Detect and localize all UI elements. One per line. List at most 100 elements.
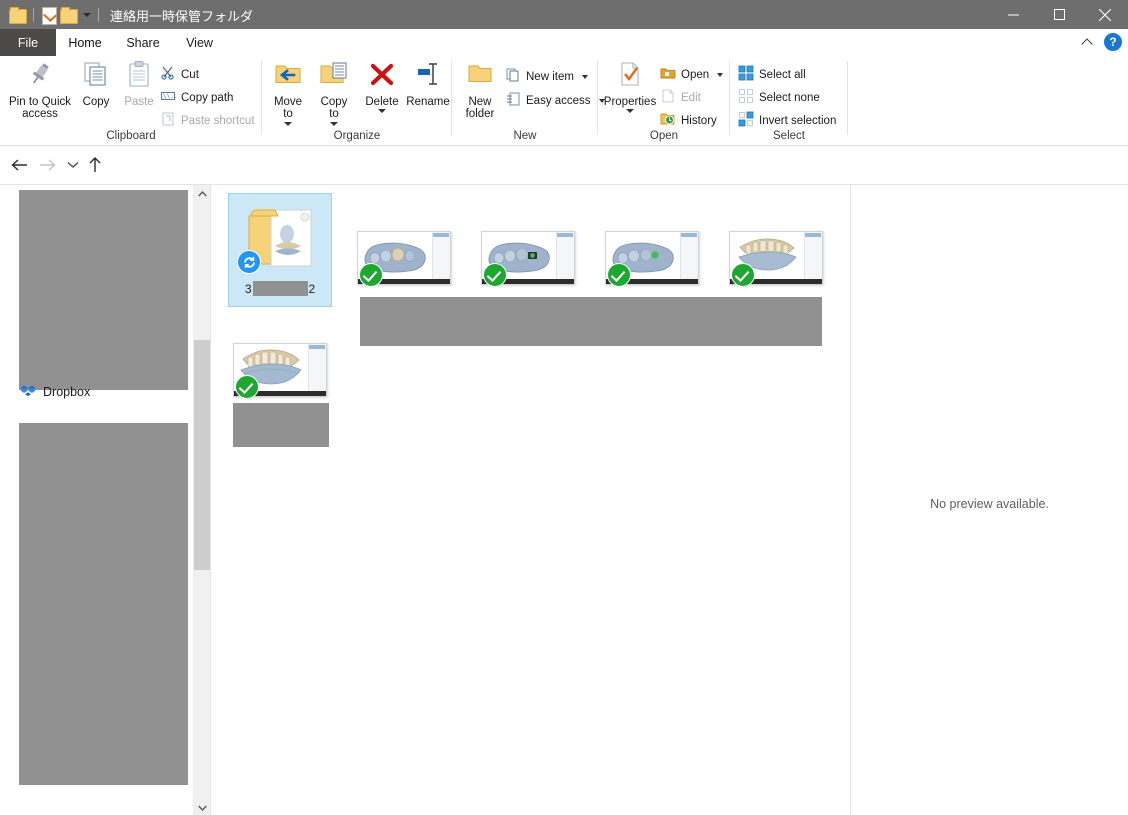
select-none-button[interactable]: Select none xyxy=(738,88,820,107)
navigation-pane: Dropbox 連絡用一時保管フォル xyxy=(0,185,190,815)
no-preview-message: No preview available. xyxy=(930,497,1049,511)
check-badge-icon-3 xyxy=(607,263,631,287)
scroll-up-arrow-icon[interactable] xyxy=(194,185,211,202)
check-badge-icon-4 xyxy=(731,263,755,287)
copy-to-icon xyxy=(319,59,349,93)
copy-path-icon: \\.. xyxy=(160,88,177,107)
filename-redaction-row-1 xyxy=(360,297,822,346)
new-folder-icon xyxy=(465,59,495,93)
scrollbar-thumb[interactable] xyxy=(194,340,211,570)
maximize-button[interactable] xyxy=(1036,0,1082,29)
history-icon xyxy=(660,111,676,130)
close-button[interactable] xyxy=(1082,0,1128,29)
ribbon-group-select: Select all Select none Invert selection … xyxy=(730,56,848,145)
copy-label: Copy xyxy=(82,95,110,108)
recent-locations-button[interactable] xyxy=(62,154,84,176)
folder-icon[interactable] xyxy=(8,6,27,24)
properties-icon[interactable] xyxy=(39,6,57,25)
move-to-label: Move to xyxy=(273,95,303,121)
thumb-header-1 xyxy=(433,233,449,237)
ribbon-tab-strip: File Home Share View xyxy=(0,29,1128,56)
open-caret-icon[interactable] xyxy=(717,72,724,77)
window-title: 連絡用一時保管フォルダ xyxy=(110,9,254,24)
rename-button[interactable]: Rename xyxy=(404,59,452,108)
new-item-icon xyxy=(505,67,521,86)
file-explorer-window: 連絡用一時保管フォルダ File Home Share View ? Pin t… xyxy=(0,0,1128,815)
copy-to-label: Copy to xyxy=(320,95,348,121)
tab-file[interactable]: File xyxy=(0,29,56,56)
help-icon[interactable]: ? xyxy=(1104,33,1122,51)
invert-selection-button[interactable]: Invert selection xyxy=(738,111,836,130)
paste-shortcut-label: Paste shortcut xyxy=(181,114,255,127)
copy-to-button[interactable]: Copy to xyxy=(312,59,356,126)
delete-x-icon xyxy=(367,59,397,93)
minimize-button[interactable] xyxy=(990,0,1036,29)
up-button[interactable] xyxy=(84,154,106,176)
easy-access-button[interactable]: Easy access xyxy=(505,91,605,110)
file-list-view[interactable]: 3 2 xyxy=(211,185,850,815)
invert-selection-label: Invert selection xyxy=(759,114,837,127)
new-folder-icon[interactable] xyxy=(59,6,78,24)
open-label: Open xyxy=(681,68,710,81)
new-item-button[interactable]: New item xyxy=(505,67,588,86)
select-all-button[interactable]: Select all xyxy=(738,65,806,84)
window-controls xyxy=(990,0,1128,29)
scroll-down-arrow-icon[interactable] xyxy=(194,799,211,815)
chevron-up-icon[interactable] xyxy=(1079,34,1095,50)
history-label: History xyxy=(681,114,717,127)
pin-to-quick-access-button[interactable]: Pin to Quick access xyxy=(6,59,74,121)
list-item-folder[interactable]: 3 2 xyxy=(228,193,332,307)
select-none-icon xyxy=(738,88,754,107)
customize-chevron-icon[interactable] xyxy=(79,6,93,24)
ribbon-group-organize: Move to Copy to Delete Rename Organize xyxy=(262,56,452,145)
rename-label: Rename xyxy=(406,95,450,108)
thumb-sidebar-4 xyxy=(804,232,822,284)
tab-share[interactable]: Share xyxy=(114,29,172,56)
sidebar-item-dropbox[interactable]: Dropbox xyxy=(20,385,90,399)
qat-divider-2 xyxy=(98,8,99,22)
select-all-icon xyxy=(738,65,754,84)
properties-button[interactable]: Properties xyxy=(600,59,660,113)
list-item-folder-name-prefix: 3 xyxy=(244,281,252,296)
navigation-pane-scrollbar[interactable] xyxy=(193,185,211,815)
new-item-caret-icon[interactable] xyxy=(581,74,588,79)
cut-button[interactable]: Cut xyxy=(160,65,199,84)
filename-redaction-row-2 xyxy=(233,403,329,447)
edit-label: Edit xyxy=(681,91,701,104)
delete-label: Delete xyxy=(365,95,399,108)
svg-text:\\..: \\.. xyxy=(163,93,176,100)
pin-icon xyxy=(25,59,55,93)
easy-access-label: Easy access xyxy=(526,94,591,107)
move-to-icon xyxy=(273,59,303,93)
copy-path-label: Copy path xyxy=(181,91,234,104)
rename-icon xyxy=(413,59,443,93)
move-to-button[interactable]: Move to xyxy=(266,59,310,126)
properties-caret-icon[interactable] xyxy=(626,109,634,113)
scissors-icon xyxy=(160,65,176,84)
move-to-caret-icon[interactable] xyxy=(284,121,292,126)
paste-icon xyxy=(124,59,154,93)
new-folder-button[interactable]: New folder xyxy=(457,59,503,121)
check-badge-icon-2 xyxy=(483,263,507,287)
select-none-label: Select none xyxy=(759,91,820,104)
group-divider-select xyxy=(847,61,848,135)
tab-view[interactable]: View xyxy=(172,29,227,56)
copy-to-caret-icon[interactable] xyxy=(330,121,338,126)
copy-button[interactable]: Copy xyxy=(76,59,116,108)
group-label-new: New xyxy=(513,130,537,142)
select-all-label: Select all xyxy=(759,68,806,81)
history-button[interactable]: History xyxy=(660,111,717,130)
group-label-select: Select xyxy=(773,130,805,142)
copy-path-button[interactable]: \\.. Copy path xyxy=(160,88,233,107)
open-button[interactable]: Open xyxy=(660,65,724,84)
sync-badge-icon xyxy=(237,250,261,274)
properties-label: Properties xyxy=(603,95,657,108)
explorer-body: Dropbox 連絡用一時保管フォル xyxy=(0,184,1128,815)
tab-home[interactable]: Home xyxy=(56,29,114,56)
delete-button[interactable]: Delete xyxy=(358,59,406,113)
delete-caret-icon[interactable] xyxy=(378,109,386,113)
preview-pane: No preview available. xyxy=(851,185,1128,815)
edit-icon xyxy=(660,88,676,107)
ribbon-group-open: Properties Open Edit History Open xyxy=(598,56,730,145)
back-button[interactable] xyxy=(8,154,30,176)
